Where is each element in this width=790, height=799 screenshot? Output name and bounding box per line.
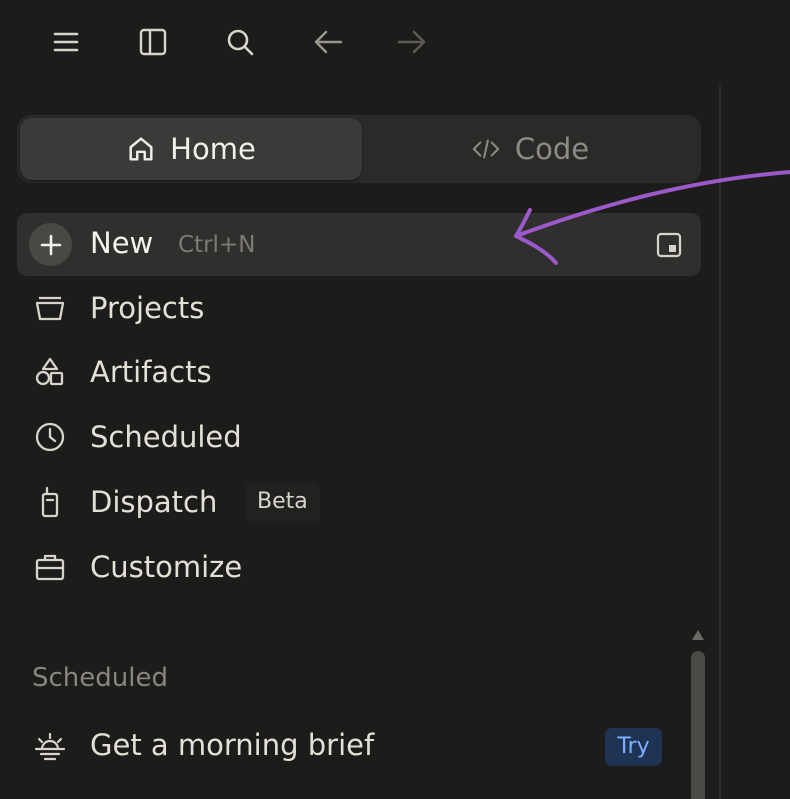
menu-icon [53, 32, 79, 52]
search-icon [227, 29, 254, 56]
home-icon [129, 137, 153, 161]
tab-home-label: Home [170, 132, 256, 166]
scheduled-suggestion-morning-brief[interactable]: Get a morning brief Try [17, 717, 677, 775]
menu-button[interactable] [46, 22, 86, 62]
code-icon [472, 139, 500, 159]
app-window: Home Code New Ctrl+N Projects Artifacts … [0, 0, 790, 799]
search-button[interactable] [220, 22, 260, 62]
sunrise-icon [33, 729, 67, 763]
back-button[interactable] [308, 22, 348, 62]
mode-switch: Home Code [17, 115, 701, 183]
suggestion-label: Get a morning brief [90, 728, 375, 762]
scroll-up-arrow-icon[interactable] [690, 628, 706, 642]
new-shortcut: Ctrl+N [178, 232, 256, 258]
projects-icon [33, 291, 67, 325]
sidebar-toggle-button[interactable] [133, 22, 173, 62]
sidebar-item-dispatch[interactable]: Dispatch Beta [17, 473, 701, 531]
sidebar-item-scheduled[interactable]: Scheduled [17, 408, 701, 466]
artifacts-icon [33, 355, 67, 389]
section-title-scheduled: Scheduled [32, 663, 168, 693]
sidebar-item-label: Projects [90, 291, 205, 325]
sidebar-item-customize[interactable]: Customize [17, 538, 701, 596]
back-arrow-icon [314, 30, 343, 54]
sidebar-item-label: Dispatch [90, 485, 218, 519]
clock-icon [33, 420, 67, 454]
sidebar-item-artifacts[interactable]: Artifacts [17, 343, 701, 401]
sidebar-item-label: Artifacts [90, 355, 212, 389]
sidebar-item-label: Customize [90, 550, 243, 584]
plus-icon [29, 223, 72, 266]
side-panel-icon[interactable] [655, 231, 683, 259]
panel-divider [719, 86, 721, 799]
new-chat-button[interactable]: New Ctrl+N [17, 213, 701, 276]
sidebar-item-projects[interactable]: Projects [17, 279, 701, 337]
forward-arrow-icon [397, 30, 426, 54]
briefcase-icon [33, 550, 67, 584]
top-toolbar [0, 0, 720, 86]
new-label: New [90, 226, 154, 260]
tab-code[interactable]: Code [362, 118, 698, 180]
sidebar-item-label: Scheduled [90, 420, 242, 454]
tab-home[interactable]: Home [20, 118, 362, 180]
forward-button[interactable] [392, 22, 432, 62]
tab-code-label: Code [514, 132, 590, 166]
try-badge[interactable]: Try [605, 728, 662, 766]
dispatch-icon [33, 485, 67, 519]
scrollbar-thumb[interactable] [691, 651, 705, 799]
beta-badge: Beta [245, 481, 320, 523]
sidebar-toggle-icon [139, 28, 167, 56]
